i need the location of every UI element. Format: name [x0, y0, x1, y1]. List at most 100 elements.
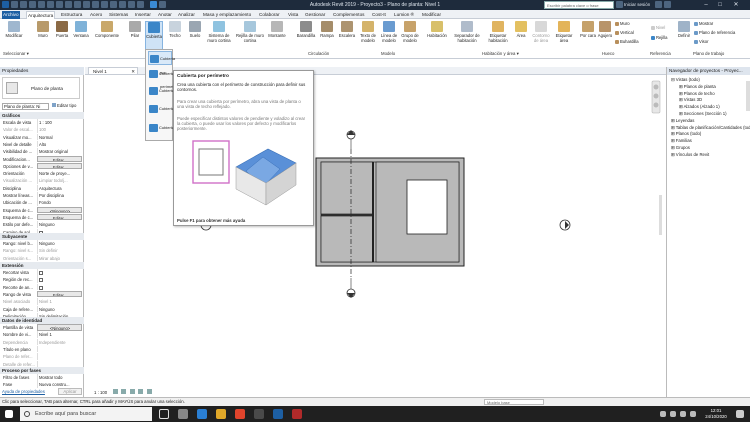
menu-item-roof-by-footprint[interactable]: Cubierta por perímetro [148, 51, 177, 89]
sign-in-link[interactable]: Iniciar sesión [624, 2, 650, 7]
property-row[interactable]: Opciones de v... Editar... [0, 162, 84, 170]
cortana-icon[interactable] [159, 409, 169, 419]
tab-masa-emplazamiento[interactable]: Masa y emplazamiento [202, 11, 252, 19]
taskbar-search[interactable]: Escribe aquí para buscar [20, 407, 152, 421]
mullion-button[interactable]: Montante [266, 21, 288, 53]
area-button[interactable]: Área [512, 21, 530, 53]
volume-icon[interactable] [680, 411, 686, 417]
property-value[interactable] [37, 276, 82, 283]
detail-level-icon[interactable] [113, 389, 118, 394]
checkbox[interactable] [39, 271, 43, 275]
property-value[interactable] [37, 283, 82, 291]
browser-item[interactable]: ⊞ Vínculos de Revit [671, 152, 709, 159]
tag-area-button[interactable]: Etiquetar área [553, 21, 575, 53]
tab-vista[interactable]: Vista [287, 11, 299, 19]
browser-item[interactable]: ⊞ Vistas 3D [679, 97, 702, 104]
level-button[interactable]: Nivel [651, 25, 665, 31]
property-row[interactable]: Mostrar líneas... Por disciplina [0, 192, 84, 199]
browser-item[interactable]: ⊞ Grupos [671, 145, 690, 152]
menu-item-roof-soffit[interactable]: Cubierta [148, 102, 174, 116]
property-row[interactable]: Dependencia Independiente [0, 338, 84, 346]
wall-opening-button[interactable]: Muro [615, 21, 630, 27]
property-row[interactable]: Nivel asociado Nivel 1 [0, 298, 84, 305]
property-row[interactable]: Rango de vista Editar... [0, 290, 84, 298]
sun-path-icon[interactable] [129, 389, 135, 394]
instance-filter-dropdown[interactable]: Plano de planta: Ni [2, 103, 49, 110]
area-boundary-button[interactable]: Contorno de área [530, 21, 552, 53]
store-icon[interactable] [254, 409, 264, 419]
ramp-button[interactable]: Rampa [318, 21, 336, 53]
browser-item[interactable]: ⊞ Familias [671, 138, 692, 145]
property-row[interactable]: Nivel de detalle Alto [0, 140, 84, 148]
browser-item[interactable]: ⊟ Vistas (todo) [671, 77, 700, 84]
close-view-icon[interactable]: ✕ [131, 68, 135, 75]
edit-type-button[interactable]: Editar tipo [52, 103, 82, 110]
edge-icon[interactable] [197, 409, 207, 419]
browser-item[interactable]: ⊞ Planos (todo) [671, 131, 701, 138]
property-row[interactable]: Visualizar mo... Normal [0, 133, 84, 141]
window-button[interactable]: Ventana [72, 21, 90, 53]
dormer-opening-button[interactable]: Buhardilla [615, 39, 639, 45]
property-edit-button[interactable]: Editar... [37, 290, 82, 298]
tab-anotar[interactable]: Anotar [157, 11, 173, 19]
property-edit-button[interactable]: Editar... [37, 213, 82, 221]
view-tab-nivel-1[interactable]: Nivel 1 ✕ [88, 67, 138, 75]
type-selector[interactable]: Plano de planta [2, 77, 80, 99]
vertical-opening-button[interactable]: Vertical [615, 30, 634, 36]
component-button[interactable]: Componente [92, 21, 122, 53]
taskbar-clock[interactable]: 12:01 24/10/2020 [702, 408, 730, 420]
property-edit-button[interactable]: Editar... [37, 162, 82, 170]
identity-section[interactable]: Datos de identidad [0, 317, 84, 324]
tab-sistemas[interactable]: Sistemas [108, 11, 129, 19]
browser-item[interactable]: ⊞ Leyendas [671, 118, 694, 125]
property-row[interactable]: Plantilla de vista <Ninguno> [0, 324, 84, 331]
ref-plane-button[interactable]: Plano de referencia [694, 30, 735, 36]
shadows-icon[interactable] [138, 389, 144, 394]
search-input[interactable]: Escribir palabra clave o frase [544, 1, 614, 9]
tab-colaborar[interactable]: Colaborar [258, 11, 281, 19]
room-button[interactable]: Habitación [425, 21, 449, 53]
room-2[interactable] [320, 215, 374, 263]
checkbox[interactable] [39, 285, 43, 290]
property-row[interactable]: Disciplina Arquitectura [0, 184, 84, 192]
browser-item[interactable]: ⊞ Tablas de planificación/Cantidades (to… [671, 125, 750, 132]
app-taskbar-icon[interactable] [292, 409, 302, 419]
help-icon[interactable] [664, 1, 671, 8]
tab-insertar[interactable]: Insertar [134, 11, 152, 19]
tab-analizar[interactable]: Analizar [177, 11, 196, 19]
browser-scrollbar[interactable] [746, 81, 750, 111]
railing-button[interactable]: Barandilla [294, 21, 318, 53]
property-row[interactable]: Recorte de an... [0, 283, 84, 291]
notifications-icon[interactable] [736, 410, 744, 418]
underlay-section[interactable]: Subyacente [0, 233, 84, 240]
browser-item[interactable]: ⊞ Alzados (Alzado 1) [679, 104, 720, 111]
graphics-section[interactable]: Gráficos [0, 112, 84, 119]
property-row[interactable]: Visualización ... Limpiar todo/j... [0, 177, 84, 184]
tab-complementos[interactable]: Complementos [332, 11, 366, 19]
property-row[interactable]: Valor de escal... 100 [0, 126, 84, 133]
chrome-icon[interactable] [235, 409, 245, 419]
by-face-button[interactable]: Por cara [580, 21, 596, 53]
elevation-marker-north[interactable] [346, 130, 356, 149]
minimize-button[interactable]: – [700, 1, 712, 9]
property-row[interactable]: Región de rec... [0, 276, 84, 283]
show-workplane-button[interactable]: Mostrar [694, 21, 713, 27]
select-group-label[interactable]: Seleccionar ▾ [3, 51, 29, 57]
room-area-group-label[interactable]: Habitación y área ▾ [482, 51, 519, 57]
browser-item[interactable]: ⊞ Planos de planta [679, 84, 716, 91]
navigation-bar[interactable] [651, 80, 661, 114]
tab-lumion[interactable]: Lumion ® [393, 11, 415, 19]
curtain-system-button[interactable]: Sistema de muro cortina [204, 21, 234, 53]
property-row[interactable]: Esquema de c... Editar... [0, 213, 84, 221]
properties-help-link[interactable]: Ayuda de propiedades [2, 389, 45, 394]
crop-view-icon[interactable] [146, 389, 152, 394]
elevation-marker-east[interactable] [559, 219, 571, 231]
opening-rect[interactable] [406, 179, 448, 235]
property-edit-button[interactable]: <Ninguno> [37, 206, 82, 214]
property-row[interactable]: Nombre de vi... Nivel 1 [0, 331, 84, 338]
property-row[interactable]: Rango: nivel b... Ninguno [0, 240, 84, 247]
visual-style-icon[interactable] [121, 389, 127, 394]
network-icon[interactable] [670, 411, 676, 417]
room-1[interactable] [320, 161, 374, 215]
column-button[interactable]: Pilar [126, 21, 144, 53]
